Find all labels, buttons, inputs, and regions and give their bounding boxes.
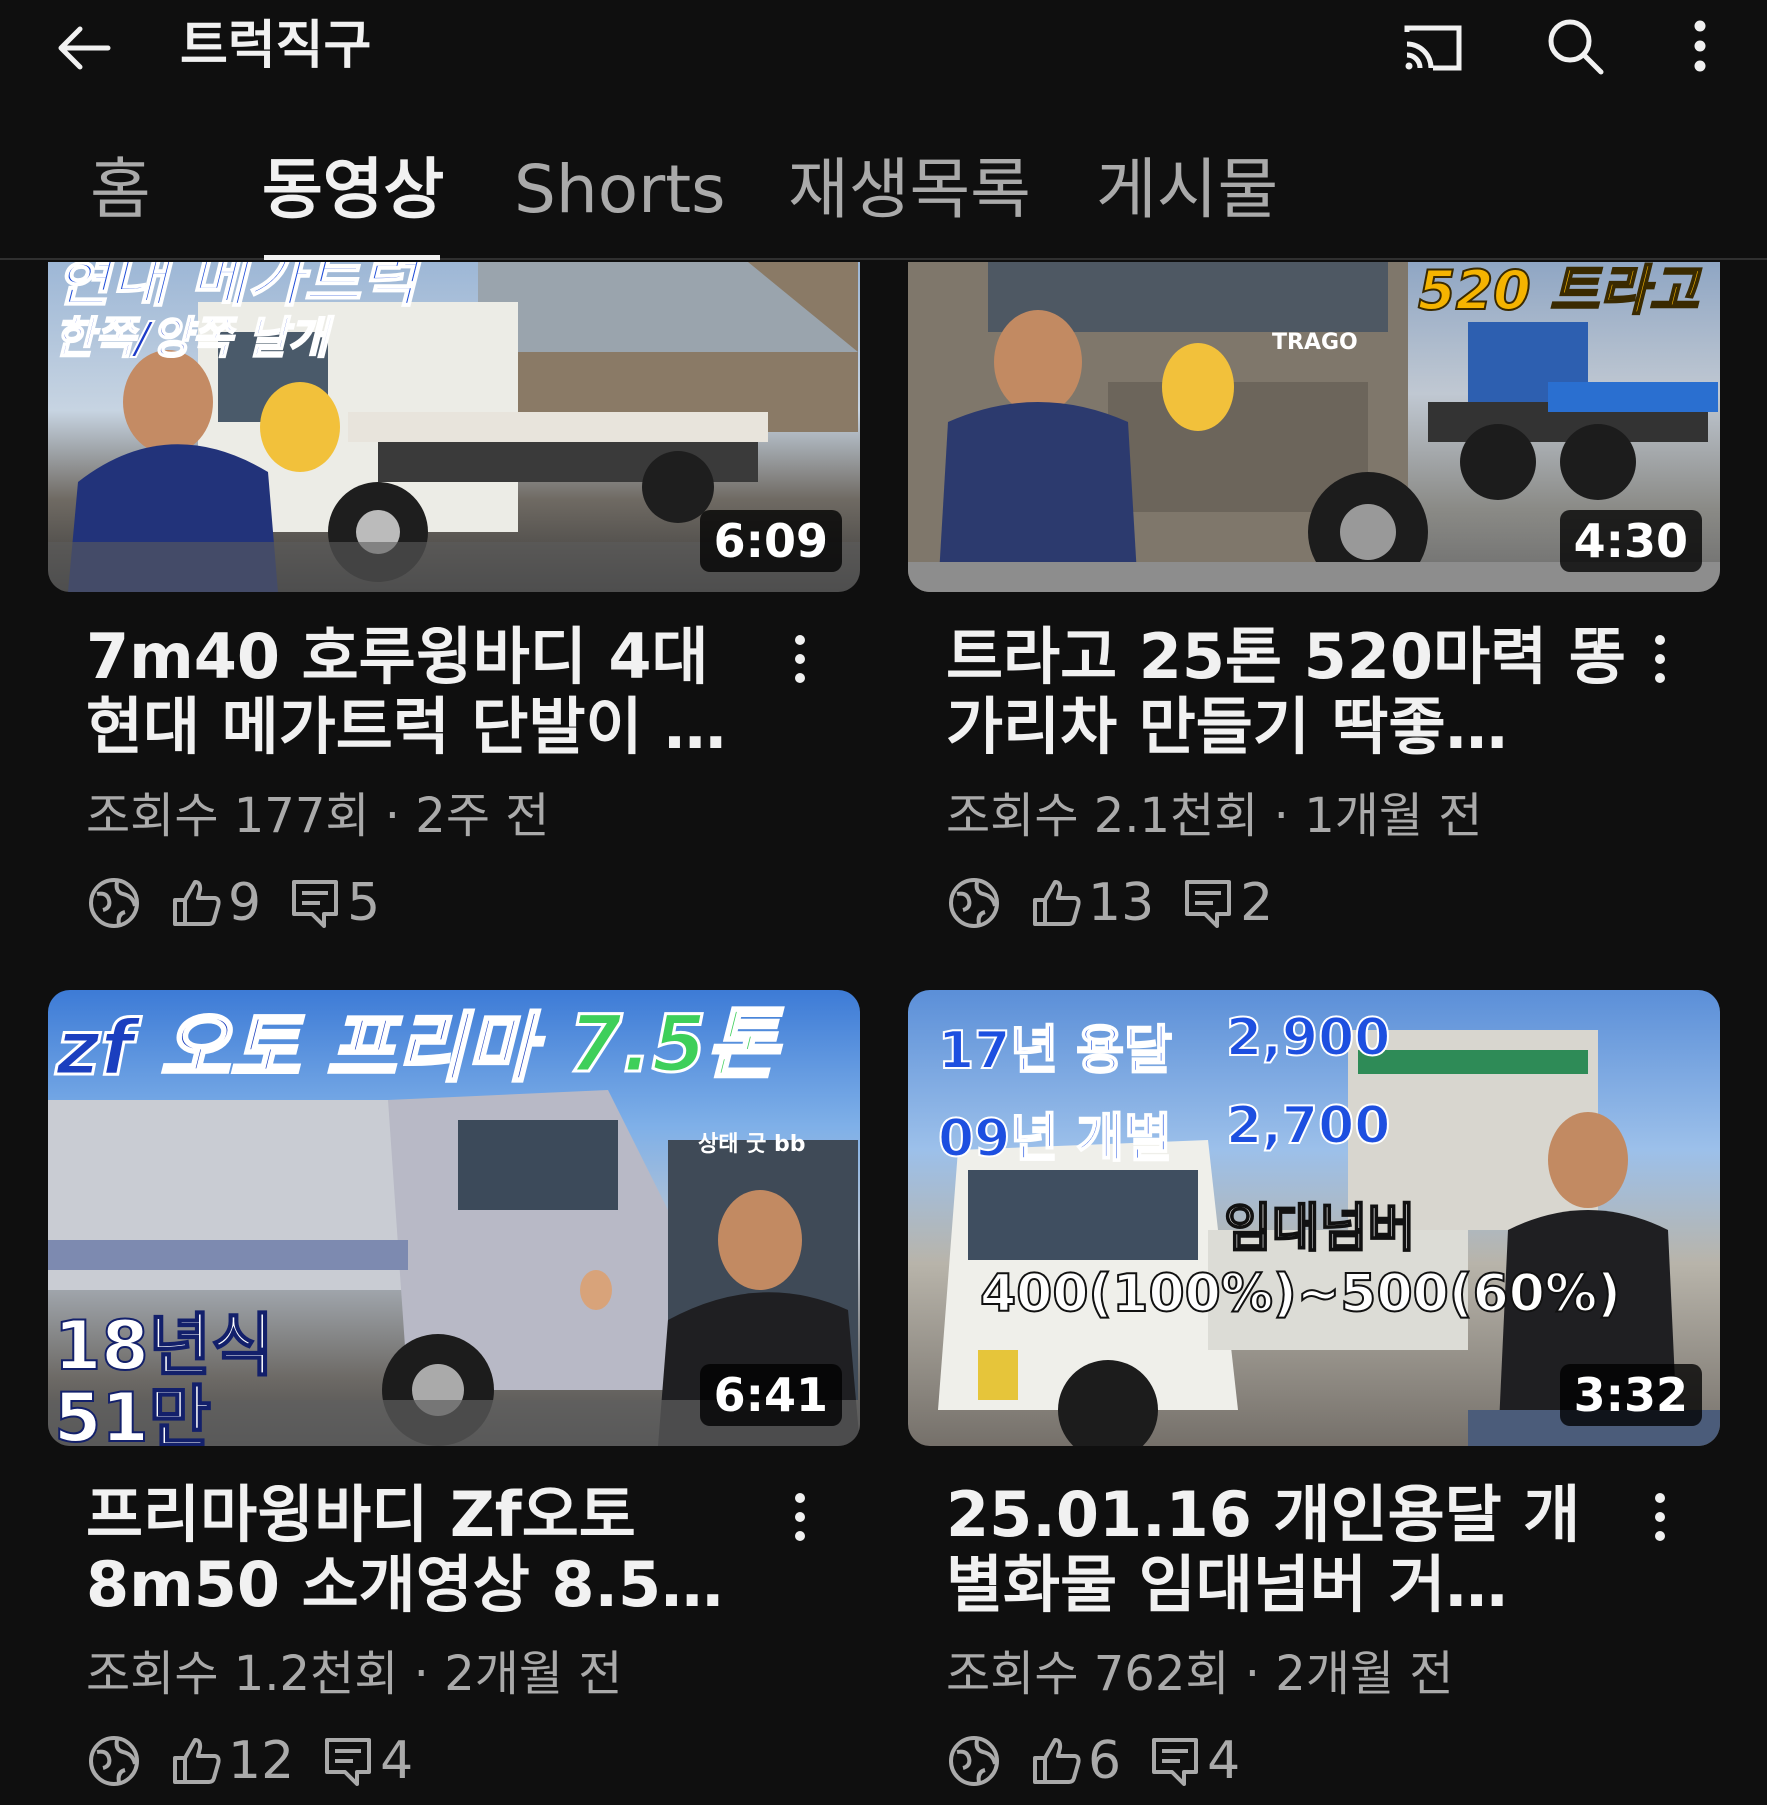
like-count: 9 — [228, 873, 262, 933]
video-menu-button[interactable] — [780, 1482, 820, 1552]
channel-title: 트럭직구 — [180, 16, 372, 76]
top-app-bar: 트럭직구 — [0, 0, 1767, 96]
video-stats: 6 4 — [946, 1726, 1266, 1796]
globe-icon — [86, 1733, 142, 1789]
more-vertical-icon — [795, 635, 805, 683]
thumbnail-caption: 2,900 — [1225, 1007, 1391, 1069]
video-card: 520 트라고 TRAGO 4:30 트라고 25톤 520마력 똥가리차 만들… — [908, 262, 1720, 962]
video-meta: 조회수 177회 · 2주 전 — [86, 786, 549, 846]
video-card: 현대 메가트럭 한쪽/양쪽 날개 6:09 7m40 호루윙바디 4대 현대 메… — [48, 262, 860, 962]
thumbnail-caption: 한쪽/양쪽 날개 — [53, 312, 329, 365]
video-title[interactable]: 트라고 25톤 520마력 똥가리차 만들기 딱좋… — [946, 622, 1626, 762]
like-count: 6 — [1088, 1731, 1122, 1791]
search-button[interactable] — [1540, 14, 1610, 78]
comment-count: 5 — [347, 873, 381, 933]
video-duration: 3:32 — [1559, 1364, 1702, 1426]
cast-button[interactable] — [1398, 16, 1468, 80]
arrow-left-icon — [58, 26, 111, 70]
video-card: 17년 용달 2,900 09년 개별 2,700 임대넘버 400(100%)… — [908, 990, 1720, 1805]
thumbnail-caption: 17년 용달 — [937, 1020, 1173, 1082]
thumbs-up-icon — [1028, 1733, 1084, 1789]
video-duration: 6:09 — [699, 510, 842, 572]
thumbnail-caption: 상태 굿 bb — [698, 1132, 806, 1157]
comment-count: 4 — [380, 1731, 414, 1791]
video-menu-button[interactable] — [1640, 624, 1680, 694]
video-title[interactable]: 25.01.16 개인용달 개별화물 임대넘버 거… — [946, 1480, 1626, 1620]
globe-icon — [946, 1733, 1002, 1789]
upload-age: 2개월 전 — [444, 1646, 623, 1702]
comment-icon — [1180, 875, 1236, 931]
comment-icon — [287, 875, 343, 931]
thumbs-up-icon — [1028, 875, 1084, 931]
thumbs-up-icon — [168, 1733, 224, 1789]
thumbnail-caption: 520 트라고 — [1417, 262, 1700, 323]
thumbnail-caption: zf 오토 프리마 — [55, 1002, 538, 1094]
upload-age: 1개월 전 — [1304, 788, 1483, 844]
more-vertical-icon — [1694, 20, 1706, 72]
video-thumbnail[interactable]: 520 트라고 TRAGO 4:30 — [908, 262, 1720, 592]
tab-community[interactable]: 게시물 — [1096, 150, 1278, 230]
comment-icon — [320, 1733, 376, 1789]
video-meta: 조회수 1.2천회 · 2개월 전 — [86, 1644, 622, 1704]
thumbnail-caption: 7.5톤 — [567, 999, 780, 1092]
video-menu-button[interactable] — [1640, 1482, 1680, 1552]
channel-tabs: 홈 동영상 Shorts 재생목록 게시물 — [0, 120, 1767, 260]
thumbnail-caption: 임대넘버 — [1223, 1198, 1416, 1260]
video-stats: 12 4 — [86, 1726, 439, 1796]
more-vertical-icon — [1655, 1493, 1665, 1541]
back-button[interactable] — [48, 16, 120, 80]
meta-separator: · — [384, 788, 416, 844]
tab-playlists[interactable]: 재생목록 — [788, 150, 1031, 230]
video-duration: 6:41 — [699, 1364, 842, 1426]
globe-icon — [946, 875, 1002, 931]
tab-home[interactable]: 홈 — [90, 150, 151, 230]
globe-icon — [86, 875, 142, 931]
tab-videos[interactable]: 동영상 — [262, 150, 444, 230]
view-count: 조회수 1.2천회 — [86, 1646, 399, 1702]
video-stats: 13 2 — [946, 868, 1299, 938]
like-count: 13 — [1088, 873, 1155, 933]
comment-count: 4 — [1207, 1731, 1241, 1791]
comment-count: 2 — [1240, 873, 1274, 933]
video-duration: 4:30 — [1559, 510, 1702, 572]
thumbs-up-icon — [168, 875, 224, 931]
tab-shorts[interactable]: Shorts — [514, 150, 726, 230]
view-count: 조회수 177회 — [86, 788, 370, 844]
search-icon — [1548, 19, 1604, 75]
video-meta: 조회수 762회 · 2개월 전 — [946, 1644, 1454, 1704]
more-vertical-icon — [795, 1493, 805, 1541]
video-title[interactable]: 7m40 호루윙바디 4대 현대 메가트럭 단발이 … — [86, 622, 766, 762]
video-thumbnail[interactable]: 현대 메가트럭 한쪽/양쪽 날개 6:09 — [48, 262, 860, 592]
more-options-button[interactable] — [1670, 14, 1730, 78]
cast-icon — [1404, 25, 1462, 71]
active-tab-indicator — [264, 255, 440, 260]
meta-separator: · — [1273, 788, 1305, 844]
video-title[interactable]: 프리마윙바디 Zf오토 8m50 소개영상 8.5… — [86, 1480, 766, 1620]
video-card: zf 오토 프리마 7.5톤 상태 굿 bb 18년식 51만 6:41 프리마… — [48, 990, 860, 1805]
thumbnail-caption: 400(100%)~500(60%) — [979, 1263, 1622, 1325]
thumbnail-caption: 51만 — [53, 1378, 212, 1446]
thumbnail-caption: TRAGO — [1272, 330, 1358, 355]
more-vertical-icon — [1655, 635, 1665, 683]
meta-separator: · — [1244, 1646, 1276, 1702]
comment-icon — [1147, 1733, 1203, 1789]
view-count: 조회수 762회 — [946, 1646, 1230, 1702]
thumbnail-caption: 09년 개별 — [937, 1108, 1173, 1170]
video-stats: 9 5 — [86, 868, 406, 938]
video-thumbnail[interactable]: 17년 용달 2,900 09년 개별 2,700 임대넘버 400(100%)… — [908, 990, 1720, 1446]
video-menu-button[interactable] — [780, 624, 820, 694]
upload-age: 2개월 전 — [1275, 1646, 1454, 1702]
thumbnail-caption: 2,700 — [1225, 1095, 1391, 1157]
video-meta: 조회수 2.1천회 · 1개월 전 — [946, 786, 1482, 846]
like-count: 12 — [228, 1731, 295, 1791]
upload-age: 2주 전 — [415, 788, 550, 844]
meta-separator: · — [413, 1646, 445, 1702]
view-count: 조회수 2.1천회 — [946, 788, 1259, 844]
video-thumbnail[interactable]: zf 오토 프리마 7.5톤 상태 굿 bb 18년식 51만 6:41 — [48, 990, 860, 1446]
